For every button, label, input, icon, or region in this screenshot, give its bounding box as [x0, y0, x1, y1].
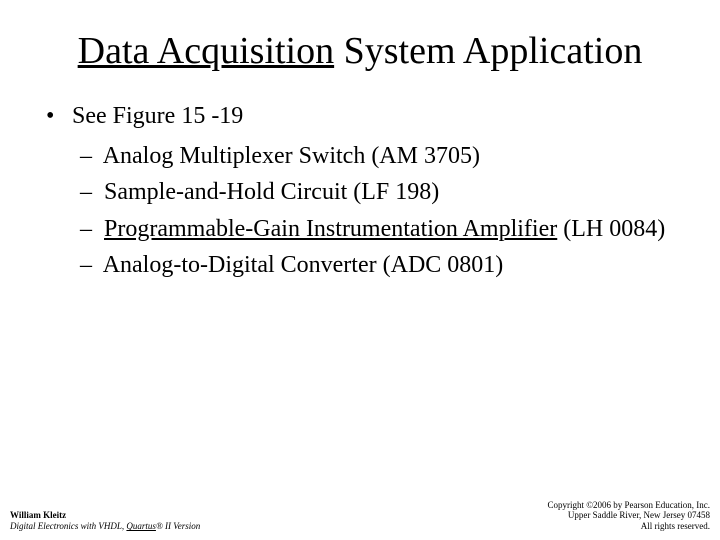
footer-book-c: ® II Version	[156, 521, 200, 531]
list-item: Programmable-Gain Instrumentation Amplif…	[98, 213, 680, 245]
subitem-c-rest: (LH 0084)	[557, 216, 665, 242]
footer-author: William Kleitz	[10, 510, 200, 521]
footer-book: Digital Electronics with VHDL, Quartus® …	[10, 521, 200, 532]
list-item: Analog-to-Digital Converter (ADC 0801)	[98, 249, 680, 281]
subitem-b: Sample-and-Hold Circuit (LF 198)	[104, 179, 439, 205]
list-item: Analog Multiplexer Switch (AM 3705)	[98, 140, 680, 172]
footer-copyright-2: Upper Saddle River, New Jersey 07458	[547, 510, 710, 521]
slide-title: Data Acquisition System Application	[40, 28, 680, 76]
footer-left: William Kleitz Digital Electronics with …	[10, 510, 200, 532]
list-item: Sample-and-Hold Circuit (LF 198)	[98, 176, 680, 208]
slide-footer: William Kleitz Digital Electronics with …	[10, 500, 710, 532]
bullet1-text: See Figure 15 -19	[72, 103, 243, 129]
footer-book-b: Quartus	[126, 521, 156, 531]
footer-copyright-1: Copyright ©2006 by Pearson Education, In…	[547, 500, 710, 511]
footer-book-a: Digital Electronics with VHDL,	[10, 521, 126, 531]
slide-body: See Figure 15 -19 Analog Multiplexer Swi…	[40, 100, 680, 282]
footer-right: Copyright ©2006 by Pearson Education, In…	[547, 500, 710, 532]
slide: Data Acquisition System Application See …	[0, 0, 720, 540]
bullet-level2-group: Analog Multiplexer Switch (AM 3705) Samp…	[40, 140, 680, 282]
subitem-c-link: Programmable-Gain Instrumentation Amplif…	[104, 216, 557, 242]
bullet-level1: See Figure 15 -19	[40, 100, 680, 132]
footer-copyright-3: All rights reserved.	[547, 521, 710, 532]
subitem-d: Analog-to-Digital Converter (ADC 0801)	[103, 252, 504, 278]
title-rest: System Application	[334, 30, 642, 72]
subitem-a: Analog Multiplexer Switch (AM 3705)	[103, 143, 480, 169]
title-link-part: Data Acquisition	[78, 30, 334, 72]
